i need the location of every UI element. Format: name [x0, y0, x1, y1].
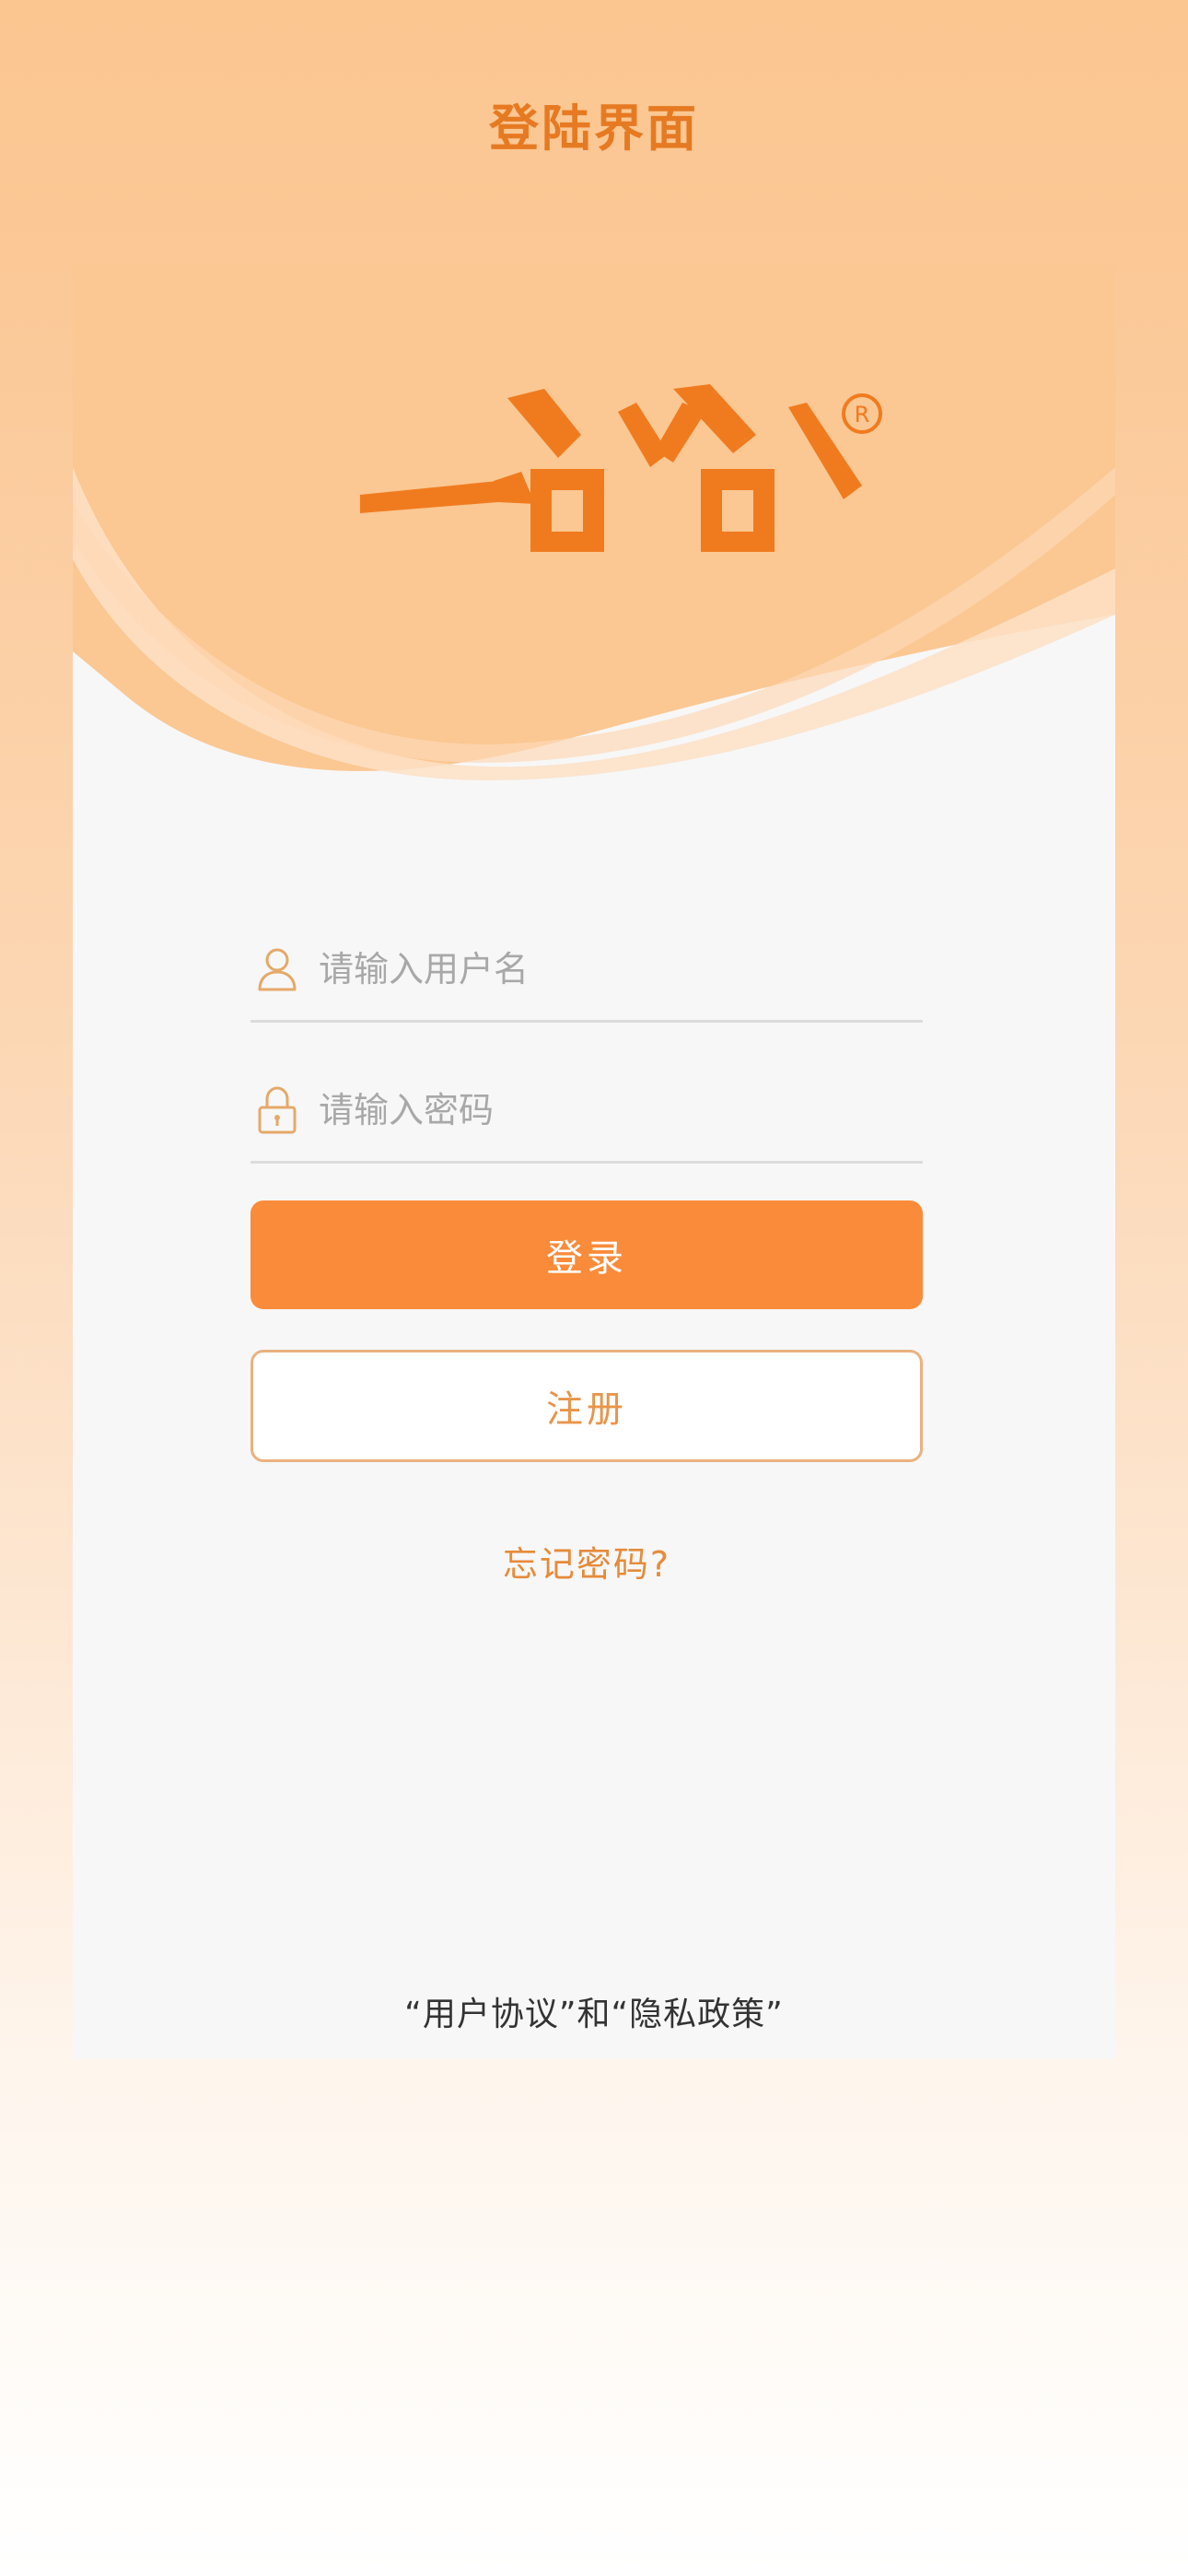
password-input[interactable] — [317, 1072, 910, 1148]
username-input[interactable] — [317, 931, 910, 1007]
forgot-password-link[interactable]: 忘记密码? — [250, 1536, 923, 1587]
login-button[interactable]: 登录 — [250, 1200, 923, 1309]
brand-logo: R — [360, 384, 882, 552]
user-icon — [256, 943, 298, 995]
password-field — [250, 1060, 923, 1164]
login-form: 登录 注册 忘记密码? — [250, 919, 923, 1587]
page-title: 登陆界面 — [489, 100, 699, 158]
agreement-text: “用户协议”和“隐私政策” — [73, 1987, 1115, 2035]
register-button[interactable]: 注册 — [250, 1350, 923, 1462]
login-card: R 登录 注册 忘记密码? — [73, 264, 1115, 2059]
privacy-policy-link[interactable]: “隐私政策” — [611, 1996, 784, 2033]
svg-text:R: R — [855, 402, 870, 427]
and-text: 和 — [577, 1996, 611, 2033]
user-agreement-link[interactable]: “用户协议” — [404, 1996, 577, 2033]
lock-icon — [256, 1084, 298, 1136]
username-field — [250, 919, 923, 1023]
